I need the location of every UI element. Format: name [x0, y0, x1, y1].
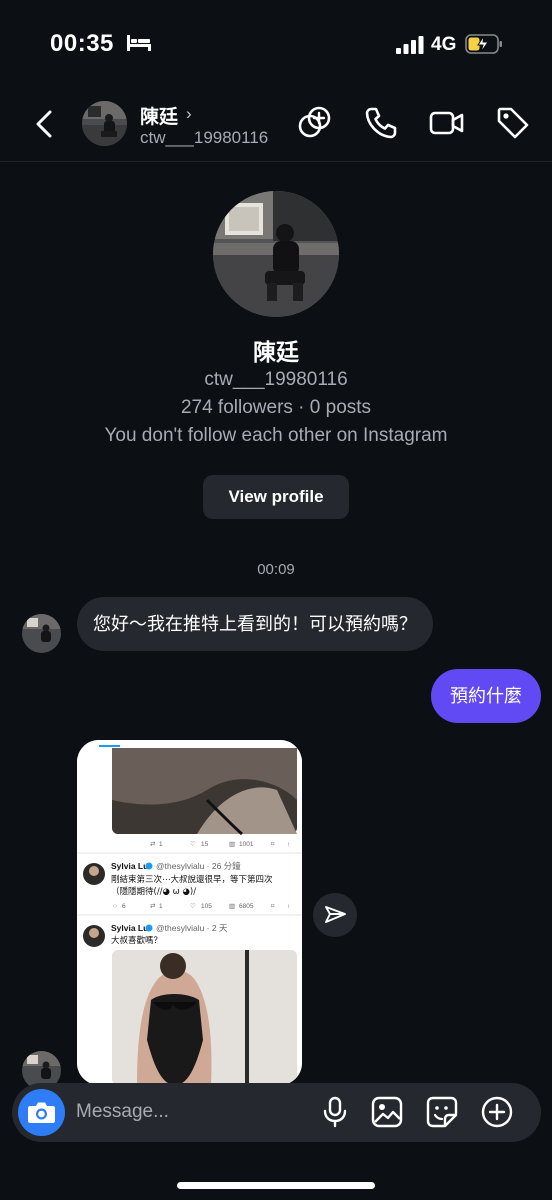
svg-text:1: 1 [159, 903, 163, 910]
svg-text:⇄: ⇄ [150, 903, 156, 910]
microphone-icon[interactable] [318, 1095, 352, 1129]
svg-text:6: 6 [122, 903, 126, 910]
tweet1-handle: @thesylvialu · 26 分鐘 [156, 861, 241, 871]
follow-status: You don't follow each other on Instagram [104, 425, 448, 446]
sticker-icon[interactable] [425, 1095, 459, 1129]
message-composer [12, 1083, 541, 1142]
outgoing-message[interactable]: 預約什麼 [431, 669, 541, 723]
status-time: 00:35 [50, 30, 114, 57]
tag-icon[interactable] [494, 104, 532, 142]
svg-text:6805: 6805 [239, 903, 254, 910]
header-avatar[interactable] [82, 101, 127, 146]
svg-text:15: 15 [201, 841, 209, 848]
header-name[interactable]: 陳廷 [140, 102, 178, 129]
svg-text:♡: ♡ [190, 902, 196, 910]
camera-button[interactable] [18, 1089, 65, 1136]
gallery-icon[interactable] [370, 1095, 404, 1129]
incoming-message[interactable]: 您好～我在推特上看到的！可以預約嗎？ [77, 597, 433, 651]
svg-text:▥: ▥ [229, 903, 235, 910]
svg-text:○: ○ [113, 903, 117, 910]
chat-header: 陳廷 › ctw___19980116 [0, 90, 552, 162]
avatar-photo [22, 614, 61, 653]
shared-post[interactable]: ⇄ 1 ♡ 15 ▥ 1001 ⌑ ↑ Sylvia Lu @thesylvia… [77, 740, 302, 1085]
profile-username: ctw___19980116 [204, 369, 348, 390]
message-timestamp: 00:09 [257, 561, 295, 578]
cellular-signal-icon [396, 36, 424, 54]
tweet1-name: Sylvia Lu [111, 861, 148, 871]
tweet2-text: 大叔喜歡嗎？ [111, 935, 162, 946]
svg-text:105: 105 [201, 903, 212, 910]
camera-icon [28, 1102, 55, 1123]
svg-text:⇄: ⇄ [150, 841, 156, 848]
tweet2-handle: @thesylvialu · 2 天 [156, 923, 228, 933]
add-plus-icon[interactable] [480, 1095, 514, 1129]
svg-text:▥: ▥ [229, 841, 235, 848]
phone-call-icon[interactable] [362, 104, 400, 142]
profile-name: 陳廷 [253, 339, 299, 365]
shared-tweet-screenshot: ⇄ 1 ♡ 15 ▥ 1001 ⌑ ↑ Sylvia Lu @thesylvia… [77, 740, 302, 1085]
svg-text:↑: ↑ [287, 841, 290, 848]
profile-photo [213, 191, 339, 317]
svg-text:♡: ♡ [190, 840, 196, 848]
message-input[interactable] [76, 1092, 306, 1132]
back-arrow-icon[interactable] [30, 108, 58, 140]
profile-stats: 274 followers · 0 posts [180, 397, 372, 418]
home-indicator[interactable] [177, 1182, 375, 1189]
profile-avatar[interactable] [213, 191, 339, 317]
svg-text:1: 1 [159, 841, 163, 848]
video-call-icon[interactable] [428, 104, 466, 142]
svg-text:1001: 1001 [239, 841, 254, 848]
network-type: 4G [431, 34, 457, 55]
tweet1-text-2: （隱隱期待(//◕ ω ◕)/ [111, 886, 196, 897]
header-username[interactable]: ctw___19980116 [140, 128, 268, 148]
avatar-photo [82, 101, 127, 146]
svg-text:↑: ↑ [287, 903, 290, 910]
share-send-icon[interactable] [313, 893, 357, 937]
view-profile-button[interactable]: View profile [203, 475, 349, 519]
status-bar: 00:35 4G [0, 0, 552, 90]
add-effect-icon[interactable] [296, 104, 334, 142]
tweet1-text-1: 剛結束第三次⋯大叔說還很早，等下第四次 [111, 874, 273, 885]
sleep-focus-icon [127, 35, 151, 51]
tweet2-name: Sylvia Lu [111, 923, 148, 933]
chevron-right-icon[interactable]: › [186, 104, 192, 124]
sender-avatar[interactable] [22, 614, 61, 653]
charging-battery-icon [465, 34, 502, 54]
